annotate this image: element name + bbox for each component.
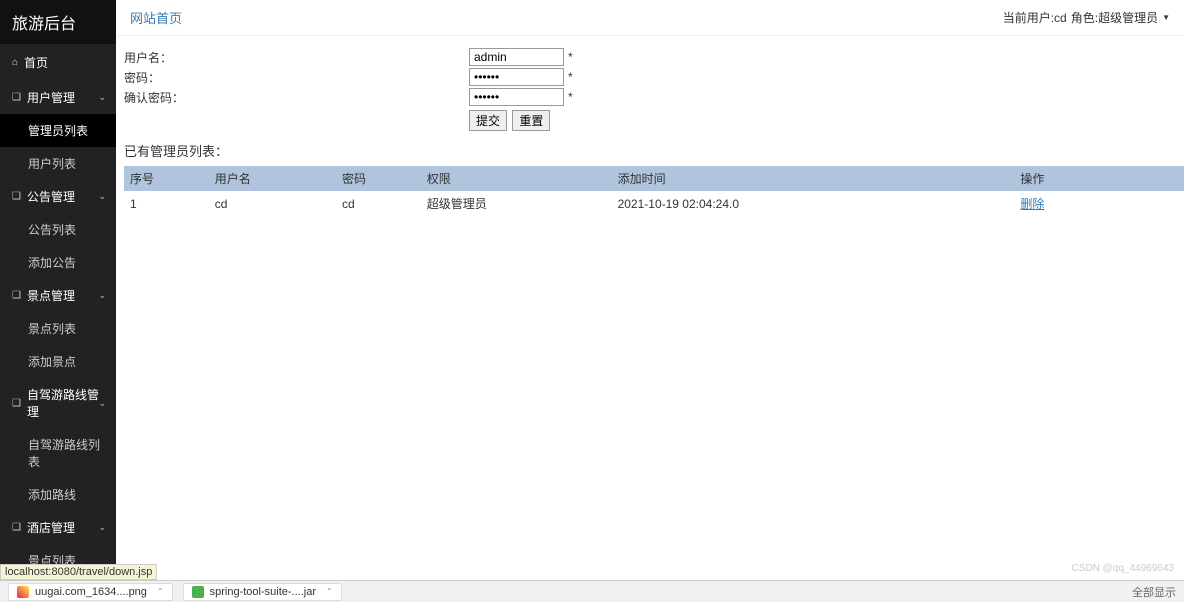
required-star: * (568, 70, 573, 84)
layers-icon: ❑ (12, 398, 21, 409)
user-info[interactable]: 当前用户:cd 角色:超级管理员 ▼ (1003, 9, 1170, 26)
nav-label: 用户管理 (27, 89, 75, 106)
sidebar-group-route[interactable]: ❑ 自驾游路线管理 ⌄ (0, 378, 116, 428)
sidebar-item-add-notice[interactable]: 添加公告 (0, 246, 116, 279)
chevron-down-icon: ⌄ (98, 290, 106, 301)
confirm-input[interactable] (469, 88, 564, 106)
content-area: 用户名： * 密码： * 确认密码： * 提交 重置 已有管理员列表： (116, 36, 1184, 216)
sidebar-group-hotel[interactable]: ❑ 酒店管理 ⌄ (0, 511, 116, 544)
download-filename: spring-tool-suite-....jar (210, 586, 316, 598)
sidebar-item-admin-list[interactable]: 管理员列表 (0, 114, 116, 147)
username-input[interactable] (469, 48, 564, 66)
th-time: 添加时间 (612, 166, 1015, 191)
cell-time: 2021-10-19 02:04:24.0 (612, 191, 1015, 216)
cell-username: cd (209, 191, 336, 216)
sidebar-item-spot-list[interactable]: 景点列表 (0, 312, 116, 345)
required-star: * (568, 50, 573, 64)
confirm-label: 确认密码： (124, 89, 469, 106)
layers-icon: ❑ (12, 92, 21, 103)
nav-label: 酒店管理 (27, 519, 75, 536)
th-no: 序号 (124, 166, 209, 191)
sidebar-item-route-list[interactable]: 自驾游路线列表 (0, 428, 116, 478)
reset-button[interactable]: 重置 (512, 110, 550, 131)
th-role: 权限 (421, 166, 612, 191)
sidebar-item-user-list[interactable]: 用户列表 (0, 147, 116, 180)
status-tooltip: localhost:8080/travel/down.jsp (0, 564, 157, 580)
th-username: 用户名 (209, 166, 336, 191)
required-star: * (568, 90, 573, 104)
password-label: 密码： (124, 69, 469, 86)
chevron-up-icon: ⌃ (157, 587, 164, 596)
download-bar: uugai.com_1634....png ⌃ spring-tool-suit… (0, 580, 1184, 602)
sidebar-group-user[interactable]: ❑ 用户管理 ⌄ (0, 81, 116, 114)
home-icon: ⌂ (12, 57, 18, 68)
chevron-down-icon: ⌄ (98, 92, 106, 103)
layers-icon: ❑ (12, 191, 21, 202)
sidebar-home[interactable]: ⌂ 首页 (0, 44, 116, 81)
sidebar-item-notice-list[interactable]: 公告列表 (0, 213, 116, 246)
home-link[interactable]: 网站首页 (130, 8, 182, 27)
chevron-down-icon: ⌄ (98, 398, 106, 409)
download-item[interactable]: uugai.com_1634....png ⌃ (8, 583, 173, 601)
username-label: 用户名： (124, 49, 469, 66)
admin-table: 序号 用户名 密码 权限 添加时间 操作 1 cd cd 超级管理员 2021- (124, 166, 1184, 216)
layers-icon: ❑ (12, 522, 21, 533)
download-filename: uugai.com_1634....png (35, 586, 147, 598)
caret-down-icon: ▼ (1162, 13, 1170, 22)
chevron-down-icon: ⌄ (98, 522, 106, 533)
cell-role: 超级管理员 (421, 191, 612, 216)
chevron-down-icon: ⌄ (98, 191, 106, 202)
watermark: CSDN @qq_44969643 (1072, 563, 1174, 574)
image-file-icon (17, 586, 29, 598)
chevron-up-icon: ⌃ (326, 587, 333, 596)
cell-password: cd (336, 191, 421, 216)
brand-title: 旅游后台 (0, 0, 116, 44)
th-action: 操作 (1014, 166, 1184, 191)
nav-label: 首页 (24, 54, 48, 71)
nav-label: 景点管理 (27, 287, 75, 304)
sidebar-group-spot[interactable]: ❑ 景点管理 ⌄ (0, 279, 116, 312)
th-password: 密码 (336, 166, 421, 191)
nav-label: 公告管理 (27, 188, 75, 205)
main-panel: 网站首页 当前用户:cd 角色:超级管理员 ▼ 用户名： * 密码： * 确认密… (116, 0, 1184, 580)
current-user: 当前用户:cd (1003, 9, 1067, 26)
role-label: 角色:超级管理员 (1071, 9, 1158, 26)
sidebar: 旅游后台 ⌂ 首页 ❑ 用户管理 ⌄ 管理员列表 用户列表 ❑ 公告管理 ⌄ 公… (0, 0, 116, 580)
show-all-downloads[interactable]: 全部显示 (1132, 584, 1176, 600)
sidebar-group-notice[interactable]: ❑ 公告管理 ⌄ (0, 180, 116, 213)
cell-no: 1 (124, 191, 209, 216)
nav-label: 自驾游路线管理 (27, 386, 104, 420)
list-title: 已有管理员列表： (124, 141, 1184, 160)
submit-button[interactable]: 提交 (469, 110, 507, 131)
layers-icon: ❑ (12, 290, 21, 301)
sidebar-item-add-route[interactable]: 添加路线 (0, 478, 116, 511)
download-item[interactable]: spring-tool-suite-....jar ⌃ (183, 583, 342, 601)
topbar: 网站首页 当前用户:cd 角色:超级管理员 ▼ (116, 0, 1184, 36)
sidebar-item-add-spot[interactable]: 添加景点 (0, 345, 116, 378)
jar-file-icon (192, 586, 204, 598)
password-input[interactable] (469, 68, 564, 86)
table-row: 1 cd cd 超级管理员 2021-10-19 02:04:24.0 删除 (124, 191, 1184, 216)
delete-link[interactable]: 删除 (1020, 197, 1044, 211)
